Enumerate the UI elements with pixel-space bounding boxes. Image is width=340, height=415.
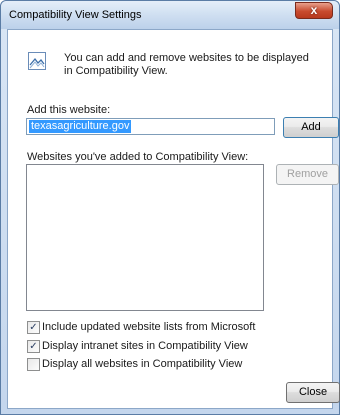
add-website-input[interactable]: texasagriculture.gov	[26, 118, 275, 135]
remove-button[interactable]: Remove	[276, 164, 339, 185]
close-button[interactable]: Close	[286, 382, 340, 403]
checkbox-unchecked-icon[interactable]	[27, 358, 40, 371]
site-list-label: Websites you've added to Compatibility V…	[27, 151, 249, 163]
checkbox-checked-icon[interactable]: ✓	[27, 321, 40, 334]
window-title: Compatibility View Settings	[9, 9, 142, 21]
info-text: You can add and remove websites to be di…	[64, 52, 309, 77]
add-button[interactable]: Add	[283, 117, 339, 138]
option-label: Display intranet sites in Compatibility …	[42, 340, 248, 352]
compat-view-icon	[28, 52, 46, 70]
title-bar[interactable]: Compatibility View Settings x	[1, 1, 339, 29]
window-close-button[interactable]: x	[295, 2, 333, 19]
checkbox-checked-icon[interactable]: ✓	[27, 340, 40, 353]
option-label: Display all websites in Compatibility Vi…	[42, 358, 243, 370]
add-website-value[interactable]: texasagriculture.gov	[29, 120, 132, 133]
site-list[interactable]	[26, 164, 264, 311]
add-website-label: Add this website:	[27, 104, 111, 116]
option-label: Include updated website lists from Micro…	[42, 321, 256, 333]
